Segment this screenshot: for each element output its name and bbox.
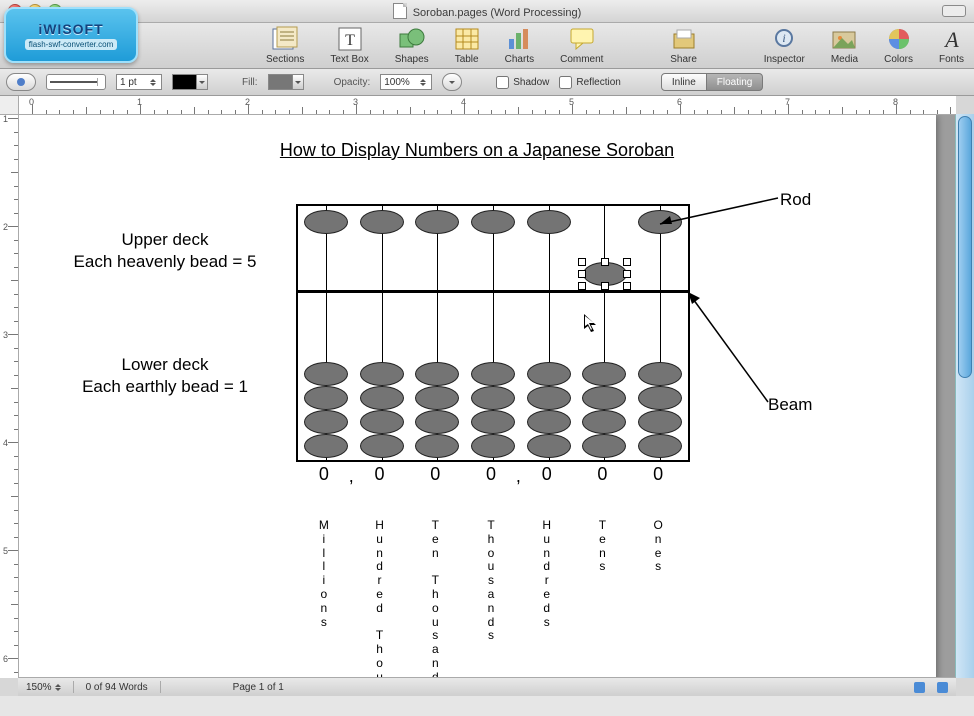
shapes-icon bbox=[399, 26, 425, 52]
toolbar-toggle-button[interactable] bbox=[942, 5, 966, 17]
opacity-label: Opacity: bbox=[334, 77, 371, 88]
sections-icon bbox=[271, 26, 299, 52]
place-value-label: Thousands bbox=[487, 519, 494, 643]
shapes-button[interactable]: Shapes bbox=[395, 26, 429, 65]
inspector-button[interactable]: i Inspector bbox=[764, 26, 805, 65]
scrollbar-thumb[interactable] bbox=[958, 116, 972, 378]
word-count: 0 of 94 Words bbox=[86, 682, 148, 693]
resize-handle[interactable] bbox=[623, 282, 631, 290]
horizontal-ruler[interactable]: 012345678 bbox=[18, 96, 956, 115]
fonts-button[interactable]: A Fonts bbox=[939, 26, 964, 65]
wrap-inline-button[interactable]: Inline bbox=[661, 73, 707, 91]
fill-label: Fill: bbox=[242, 77, 258, 88]
navigator-next-button[interactable] bbox=[937, 682, 948, 693]
opacity-input[interactable]: 100% bbox=[380, 74, 432, 90]
digit: 0 bbox=[319, 464, 329, 485]
reflection-checkbox[interactable]: Reflection bbox=[559, 76, 620, 89]
abacus-frame bbox=[296, 204, 690, 462]
style-picker-button[interactable] bbox=[6, 73, 36, 91]
digit: 0 bbox=[542, 464, 552, 485]
navigator-prev-button[interactable] bbox=[914, 682, 925, 693]
svg-text:A: A bbox=[943, 27, 959, 51]
textbox-icon: T bbox=[338, 26, 362, 52]
charts-icon bbox=[507, 26, 531, 52]
resize-handle[interactable] bbox=[578, 258, 586, 266]
resize-handle[interactable] bbox=[578, 282, 586, 290]
place-value-label: Tens bbox=[599, 519, 606, 574]
digit: 0 bbox=[375, 464, 385, 485]
digit: 0 bbox=[653, 464, 663, 485]
upper-deck-label: Upper deckEach heavenly bead = 5 bbox=[50, 229, 280, 273]
digit: 0 bbox=[430, 464, 440, 485]
page-indicator: Page 1 of 1 bbox=[233, 682, 284, 693]
place-value-label: Hundreds bbox=[542, 519, 551, 629]
textbox-button[interactable]: T Text Box bbox=[330, 26, 368, 65]
stepper-icon bbox=[420, 79, 428, 86]
watermark-badge: iWISOFT flash-swf-converter.com bbox=[4, 7, 138, 63]
stroke-width-input[interactable]: 1 pt bbox=[116, 74, 162, 90]
comment-button[interactable]: Comment bbox=[560, 26, 603, 65]
resize-handle[interactable] bbox=[623, 270, 631, 278]
fill-color-swatch[interactable] bbox=[268, 74, 304, 90]
place-value-label: Hundred Thousands bbox=[375, 519, 384, 678]
media-button[interactable]: Media bbox=[831, 26, 858, 65]
line-endpoints-picker[interactable] bbox=[46, 74, 106, 90]
svg-text:T: T bbox=[345, 32, 355, 49]
ruler-corner bbox=[0, 96, 19, 115]
document-area: 012345678 123456 How to Display Numbers … bbox=[0, 96, 974, 696]
table-icon bbox=[455, 26, 479, 52]
wrap-segmented-control: Inline Floating bbox=[661, 73, 763, 91]
svg-text:i: i bbox=[783, 31, 786, 45]
inspector-icon: i bbox=[773, 26, 795, 52]
colors-icon bbox=[888, 26, 910, 52]
stroke-color-swatch[interactable] bbox=[172, 74, 208, 90]
beam-arrow bbox=[686, 290, 786, 410]
place-value-label: Millions bbox=[319, 519, 329, 629]
watermark-name: iWISOFT bbox=[38, 21, 103, 37]
place-value-label: Ten Thousands bbox=[432, 519, 439, 678]
comment-icon bbox=[570, 26, 594, 52]
status-bar: 150% 0 of 94 Words Page 1 of 1 bbox=[18, 677, 956, 696]
window-title: Soroban.pages (Word Processing) bbox=[413, 7, 582, 19]
colors-button[interactable]: Colors bbox=[884, 26, 913, 65]
resize-handle[interactable] bbox=[623, 258, 631, 266]
vertical-ruler[interactable]: 123456 bbox=[0, 114, 19, 678]
format-bar: 1 pt Fill: Opacity: 100% Shadow Reflecti… bbox=[0, 69, 974, 96]
main-toolbar: iWISOFT flash-swf-converter.com Sections… bbox=[0, 23, 974, 69]
resize-handle[interactable] bbox=[601, 282, 609, 290]
resize-handle[interactable] bbox=[601, 258, 609, 266]
vertical-scrollbar[interactable] bbox=[955, 114, 974, 678]
watermark-url: flash-swf-converter.com bbox=[25, 39, 117, 50]
table-button[interactable]: Table bbox=[455, 26, 479, 65]
stepper-icon bbox=[150, 79, 158, 86]
digit-separator: , bbox=[349, 466, 354, 487]
share-button[interactable]: Share bbox=[670, 26, 698, 65]
share-icon bbox=[670, 26, 698, 52]
charts-button[interactable]: Charts bbox=[505, 26, 534, 65]
page-canvas[interactable]: How to Display Numbers on a Japanese Sor… bbox=[18, 114, 956, 678]
zoom-control[interactable]: 150% bbox=[26, 682, 61, 693]
media-icon bbox=[832, 26, 856, 52]
digit: 0 bbox=[486, 464, 496, 485]
place-value-label: Ones bbox=[653, 519, 662, 574]
shadow-checkbox[interactable]: Shadow bbox=[496, 76, 549, 89]
opacity-dropdown[interactable] bbox=[442, 73, 462, 91]
rod-arrow bbox=[658, 196, 788, 236]
resize-handle[interactable] bbox=[578, 270, 586, 278]
document-icon bbox=[393, 3, 407, 19]
sections-button[interactable]: Sections bbox=[266, 26, 304, 65]
digit: 0 bbox=[597, 464, 607, 485]
digit-separator: , bbox=[516, 466, 521, 487]
document-heading: How to Display Numbers on a Japanese Sor… bbox=[18, 140, 936, 161]
wrap-floating-button[interactable]: Floating bbox=[706, 73, 764, 91]
fonts-icon: A bbox=[942, 26, 962, 52]
page: How to Display Numbers on a Japanese Sor… bbox=[18, 114, 936, 678]
lower-deck-label: Lower deckEach earthly bead = 1 bbox=[50, 354, 280, 398]
stepper-icon bbox=[55, 684, 61, 691]
window-titlebar: Soroban.pages (Word Processing) bbox=[0, 0, 974, 23]
